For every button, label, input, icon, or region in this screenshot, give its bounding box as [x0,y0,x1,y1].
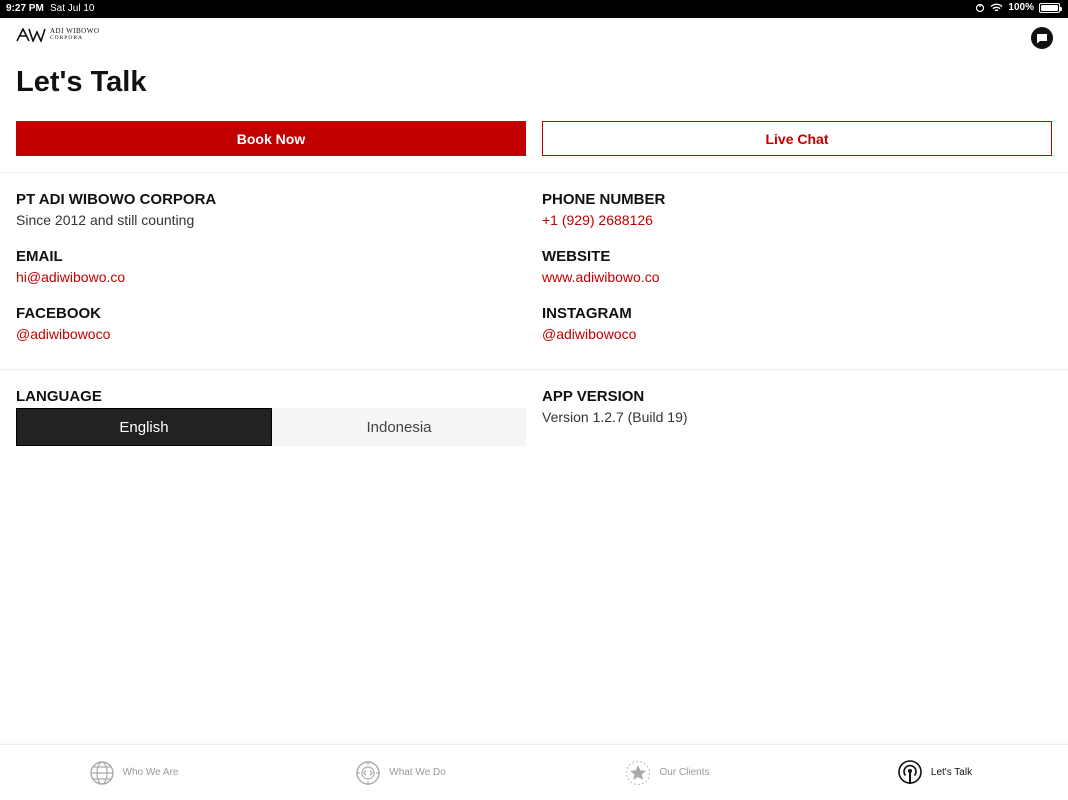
phone-label: PHONE NUMBER [542,191,666,208]
chat-bubble-button[interactable] [1031,27,1053,49]
language-label: LANGUAGE [16,388,102,405]
tab-label: Let's Talk [930,767,973,778]
email-label: EMAIL [16,248,63,265]
language-section: LANGUAGE [16,388,526,408]
tab-label: Our Clients [659,767,710,778]
logo-line-1: ADI WIBOWO [50,27,100,35]
battery-percent: 100% [1008,2,1034,13]
instagram-label: INSTAGRAM [542,305,632,322]
app-version-section: APP VERSION Version 1.2.7 (Build 19) [542,388,1052,425]
live-chat-button[interactable]: Live Chat [542,121,1052,156]
company-info: PT ADI WIBOWO CORPORA Since 2012 and sti… [16,191,526,228]
tab-label: Who We Are [122,767,179,778]
tab-label: What We Do [389,767,446,778]
facebook-label: FACEBOOK [16,305,102,322]
website-link[interactable]: www.adiwibowo.co [542,269,1052,285]
wifi-icon [990,3,1003,11]
tab-bar: Who We Are What We Do Our Clients Let's … [0,744,1068,800]
divider [0,172,1068,173]
instagram-info: INSTAGRAM @adiwibowoco [542,305,1052,342]
page-title: Let's Talk [16,66,147,98]
tab-lets-talk[interactable]: Let's Talk [801,745,1068,800]
globe-icon [89,760,114,785]
status-time: 9:27 PM [6,3,44,14]
website-info: WEBSITE www.adiwibowo.co [542,248,1052,285]
status-indicators: 100% [975,2,1062,13]
orientation-lock-icon [976,3,985,12]
divider [0,369,1068,370]
aw-monogram-icon [16,28,46,42]
tab-who-we-are[interactable]: Who We Are [0,745,267,800]
facebook-link[interactable]: @adiwibowoco [16,326,526,342]
status-bar: 9:27 PM Sat Jul 10 100% [0,0,1068,18]
language-option-english[interactable]: English [16,408,272,446]
phone-link[interactable]: +1 (929) 2688126 [542,212,1052,228]
company-tagline: Since 2012 and still counting [16,212,195,228]
facebook-info: FACEBOOK @adiwibowoco [16,305,526,342]
broadcast-icon [898,759,922,784]
language-option-indonesia[interactable]: Indonesia [272,408,526,446]
tab-our-clients[interactable]: Our Clients [534,745,801,800]
app-version-label: APP VERSION [542,388,645,405]
book-now-button[interactable]: Book Now [16,121,526,156]
company-logo[interactable]: ADI WIBOWO CORPORA [16,28,99,42]
phone-info: PHONE NUMBER +1 (929) 2688126 [542,191,1052,228]
tab-what-we-do[interactable]: What We Do [267,745,534,800]
instagram-link[interactable]: @adiwibowoco [542,326,1052,342]
language-segmented-control: English Indonesia [16,408,526,446]
app-version-value: Version 1.2.7 (Build 19) [542,409,688,425]
company-label: PT ADI WIBOWO CORPORA [16,191,217,208]
chat-bubble-icon [1037,33,1047,43]
website-label: WEBSITE [542,248,611,265]
status-date: Sat Jul 10 [50,3,95,14]
email-info: EMAIL hi@adiwibowo.co [16,248,526,285]
star-badge-icon [626,760,651,785]
email-link[interactable]: hi@adiwibowo.co [16,269,526,285]
logo-line-2: CORPORA [50,35,83,41]
battery-icon [1039,2,1062,13]
code-compass-icon [356,760,381,785]
